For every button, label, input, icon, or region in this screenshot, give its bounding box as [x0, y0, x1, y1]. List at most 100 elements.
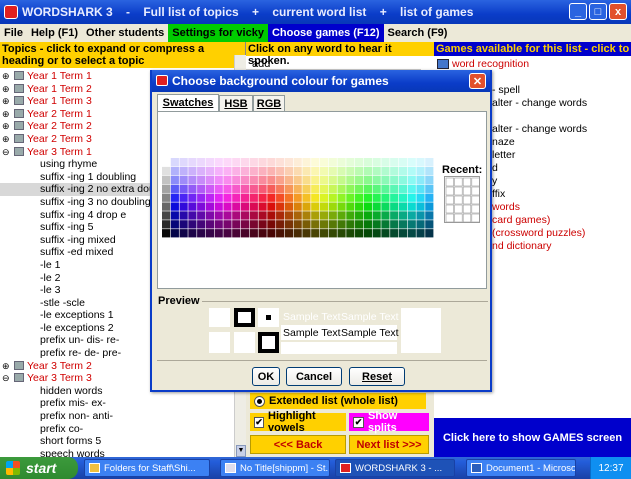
- colour-swatch[interactable]: [162, 175, 171, 185]
- colour-swatch[interactable]: [311, 166, 320, 176]
- colour-swatch[interactable]: [425, 211, 434, 220]
- game-item[interactable]: naze: [492, 136, 515, 148]
- colour-swatch[interactable]: [214, 220, 223, 229]
- colour-swatch[interactable]: [416, 229, 425, 238]
- colour-swatch[interactable]: [214, 175, 223, 185]
- colour-swatch[interactable]: [258, 211, 267, 220]
- colour-swatch[interactable]: [328, 229, 337, 238]
- colour-swatch[interactable]: [284, 193, 294, 202]
- colour-swatch[interactable]: [188, 175, 197, 185]
- colour-swatch[interactable]: [416, 158, 425, 167]
- colour-swatch[interactable]: [381, 229, 390, 238]
- colour-swatch[interactable]: [179, 158, 188, 167]
- colour-swatch[interactable]: [319, 158, 329, 167]
- colour-swatch[interactable]: [328, 220, 337, 229]
- colour-swatch[interactable]: [390, 166, 399, 176]
- colour-swatch[interactable]: [302, 229, 311, 238]
- colour-swatch[interactable]: [276, 220, 285, 229]
- colour-swatch[interactable]: [188, 184, 197, 193]
- menu-search[interactable]: Search (F9): [384, 24, 452, 42]
- colour-swatch[interactable]: [293, 211, 302, 220]
- colour-swatch[interactable]: [214, 211, 223, 220]
- colour-swatch[interactable]: [398, 220, 408, 229]
- colour-swatch[interactable]: [293, 193, 302, 202]
- colour-swatch[interactable]: [346, 193, 355, 202]
- topic-item[interactable]: prefix non- anti-: [0, 410, 246, 423]
- colour-swatch[interactable]: [188, 229, 197, 238]
- colour-swatch[interactable]: [302, 220, 311, 229]
- colour-swatch[interactable]: [381, 202, 390, 211]
- colour-swatch[interactable]: [346, 202, 355, 211]
- colour-swatch[interactable]: [223, 229, 232, 238]
- colour-swatch[interactable]: [381, 211, 390, 220]
- colour-swatch[interactable]: [240, 158, 250, 167]
- colour-swatch[interactable]: [232, 184, 241, 193]
- colour-swatch[interactable]: [425, 193, 434, 202]
- colour-swatch[interactable]: [425, 184, 434, 193]
- colour-swatch[interactable]: [425, 166, 434, 176]
- colour-swatch[interactable]: [179, 166, 188, 176]
- recent-swatch[interactable]: [445, 195, 454, 205]
- colour-swatch[interactable]: [328, 193, 337, 202]
- colour-swatch[interactable]: [355, 229, 364, 238]
- colour-swatch[interactable]: [276, 166, 285, 176]
- colour-swatch[interactable]: [258, 175, 267, 185]
- recent-swatch[interactable]: [445, 177, 454, 187]
- colour-swatch[interactable]: [249, 158, 258, 167]
- colour-swatch[interactable]: [170, 211, 179, 220]
- topic-item[interactable]: short forms 5: [0, 435, 246, 448]
- colour-swatch[interactable]: [372, 229, 381, 238]
- colour-swatch[interactable]: [232, 220, 241, 229]
- colour-swatch[interactable]: [390, 193, 399, 202]
- colour-swatch[interactable]: [346, 166, 355, 176]
- game-item[interactable]: y: [492, 175, 497, 187]
- colour-swatch[interactable]: [214, 193, 223, 202]
- colour-swatch[interactable]: [179, 175, 188, 185]
- recent-swatch[interactable]: [454, 204, 463, 214]
- colour-swatch[interactable]: [223, 193, 232, 202]
- colour-swatch[interactable]: [398, 184, 408, 193]
- colour-swatch[interactable]: [276, 202, 285, 211]
- colour-swatch[interactable]: [302, 202, 311, 211]
- colour-swatch[interactable]: [240, 175, 250, 185]
- show-splits-checkbox[interactable]: ✔ Show splits: [349, 410, 429, 434]
- colour-swatch[interactable]: [197, 166, 206, 176]
- recent-swatch[interactable]: [454, 186, 463, 196]
- task-wordshark[interactable]: WORDSHARK 3 - ...: [335, 459, 455, 477]
- colour-swatch[interactable]: [179, 193, 188, 202]
- colour-swatch[interactable]: [276, 193, 285, 202]
- colour-swatch[interactable]: [416, 184, 425, 193]
- recent-swatch[interactable]: [471, 195, 480, 205]
- colour-swatch[interactable]: [223, 166, 232, 176]
- colour-swatch[interactable]: [311, 175, 320, 185]
- colour-swatch[interactable]: [407, 166, 416, 176]
- game-item[interactable]: nd dictionary: [492, 240, 552, 252]
- colour-swatch[interactable]: [390, 211, 399, 220]
- colour-swatch[interactable]: [205, 184, 215, 193]
- colour-swatch[interactable]: [232, 211, 241, 220]
- colour-swatch[interactable]: [398, 166, 408, 176]
- colour-swatch[interactable]: [267, 211, 276, 220]
- colour-swatch[interactable]: [398, 211, 408, 220]
- colour-swatch[interactable]: [197, 229, 206, 238]
- game-item[interactable]: letter: [492, 149, 515, 161]
- task-document[interactable]: Document1 - Microso...: [466, 459, 576, 477]
- colour-swatch[interactable]: [223, 220, 232, 229]
- colour-swatch[interactable]: [363, 158, 372, 167]
- recent-swatch[interactable]: [462, 195, 472, 205]
- colour-swatch[interactable]: [302, 211, 311, 220]
- colour-swatch[interactable]: [293, 184, 302, 193]
- colour-swatch[interactable]: [311, 184, 320, 193]
- colour-swatch[interactable]: [170, 193, 179, 202]
- close-button[interactable]: x: [609, 3, 627, 20]
- colour-swatch[interactable]: [214, 229, 223, 238]
- colour-swatch[interactable]: [398, 193, 408, 202]
- ok-button[interactable]: OK: [252, 367, 280, 386]
- colour-swatch[interactable]: [381, 175, 390, 185]
- colour-swatch[interactable]: [302, 184, 311, 193]
- colour-swatch[interactable]: [188, 211, 197, 220]
- colour-swatch[interactable]: [240, 184, 250, 193]
- colour-swatch[interactable]: [311, 211, 320, 220]
- colour-swatch[interactable]: [407, 202, 416, 211]
- colour-swatch[interactable]: [390, 184, 399, 193]
